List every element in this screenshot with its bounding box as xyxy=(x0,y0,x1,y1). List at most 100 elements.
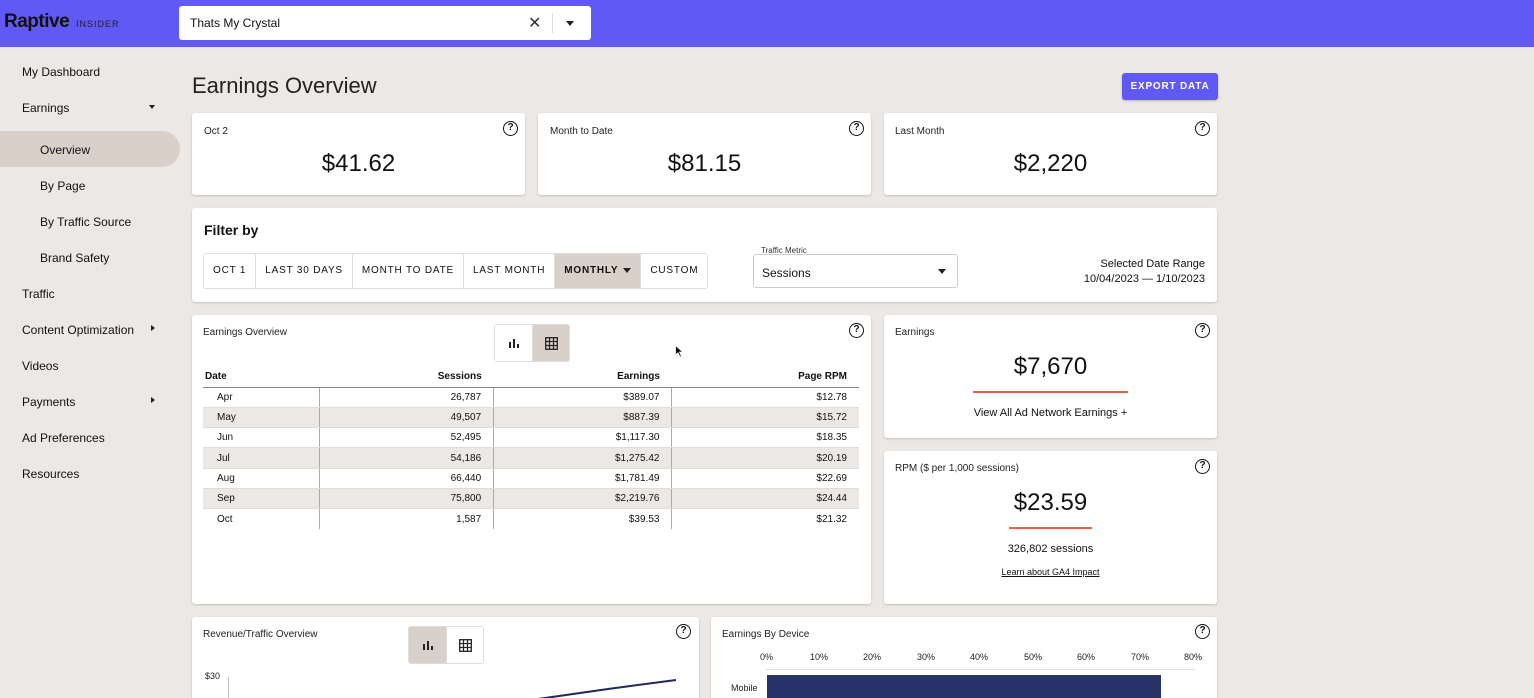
bar-label-mobile: Mobile xyxy=(731,683,758,693)
filter-month-to-date-button[interactable]: MONTH TO DATE xyxy=(352,254,464,288)
sidebar-item-traffic[interactable]: Traffic xyxy=(22,287,55,301)
sidebar-item-videos[interactable]: Videos xyxy=(22,359,58,373)
sidebar-item-content-optimization[interactable]: Content Optimization xyxy=(22,323,134,337)
column-header-page-rpm[interactable]: Page RPM xyxy=(671,366,859,388)
help-icon[interactable]: ? xyxy=(1195,323,1210,338)
raptive-logo[interactable]: Raptive xyxy=(4,11,70,33)
filter-oct-1-button[interactable]: OCT 1 xyxy=(204,254,257,288)
logo-subtitle: INSIDER xyxy=(76,19,120,29)
chevron-right-icon[interactable] xyxy=(151,325,155,331)
table-header-row: Date Sessions Earnings Page RPM xyxy=(203,366,859,388)
view-all-earnings-link[interactable]: View All Ad Network Earnings + xyxy=(884,407,1217,419)
table-row: Apr 26,787 $389.07 $12.78 xyxy=(203,387,859,408)
sidebar-item-earnings[interactable]: Earnings xyxy=(22,101,69,115)
ga4-impact-link[interactable]: Learn about GA4 Impact xyxy=(884,567,1217,577)
device-bar-mobile xyxy=(767,675,1161,698)
cell-page-rpm: $12.78 xyxy=(671,387,859,408)
sidebar-item-brand-safety[interactable]: Brand Safety xyxy=(40,251,109,265)
x-axis-tick: 60% xyxy=(1077,652,1096,662)
x-axis-tick: 20% xyxy=(863,652,882,662)
cell-date: Jul xyxy=(203,447,320,469)
summary-card-today: Oct 2 ? $41.62 xyxy=(192,113,525,195)
filter-monthly-label: MONTHLY xyxy=(564,265,619,276)
chevron-right-icon[interactable] xyxy=(151,397,155,403)
summary-card-month-to-date: Month to Date ? $81.15 xyxy=(538,113,871,195)
rpm-sessions: 326,802 sessions xyxy=(1007,543,1094,555)
x-axis-tick: 10% xyxy=(810,652,829,662)
sidebar-item-resources[interactable]: Resources xyxy=(22,467,79,481)
x-axis-tick: 30% xyxy=(917,652,936,662)
table-icon xyxy=(458,638,472,652)
chevron-down-icon xyxy=(938,269,946,274)
cell-date: Oct xyxy=(217,513,233,525)
card-title: Earnings Overview xyxy=(203,327,287,338)
filter-last-month-button[interactable]: LAST MONTH xyxy=(463,254,556,288)
summary-label: Last Month xyxy=(895,126,945,137)
help-icon[interactable]: ? xyxy=(1195,121,1210,136)
cell-date: Aug xyxy=(203,468,320,489)
cell-earnings: $2,219.76 xyxy=(493,488,672,510)
bar-chart-icon xyxy=(508,339,519,348)
sidebar-item-my-dashboard[interactable]: My Dashboard xyxy=(22,65,100,79)
help-icon[interactable]: ? xyxy=(1195,459,1210,474)
sidebar-item-by-page[interactable]: By Page xyxy=(40,179,85,193)
chevron-down-icon[interactable] xyxy=(149,105,155,109)
bar-chart-view-button[interactable] xyxy=(495,325,532,361)
help-icon[interactable]: ? xyxy=(1195,624,1210,639)
sidebar-item-ad-preferences[interactable]: Ad Preferences xyxy=(22,431,105,445)
chevron-down-icon xyxy=(623,267,632,273)
cell-earnings: $887.39 xyxy=(493,407,672,429)
date-filter-group: OCT 1 LAST 30 DAYS MONTH TO DATE LAST MO… xyxy=(203,253,709,289)
cell-date: Apr xyxy=(203,387,320,408)
cell-page-rpm: $15.72 xyxy=(671,407,859,429)
cell-date: Sep xyxy=(203,488,320,510)
help-icon[interactable]: ? xyxy=(676,624,691,639)
summary-value: $2,220 xyxy=(1013,150,1088,177)
x-axis-tick: 50% xyxy=(1024,652,1043,662)
cell-date: Jun xyxy=(203,427,320,449)
cell-sessions: 52,495 xyxy=(318,427,494,449)
column-header-sessions[interactable]: Sessions xyxy=(319,366,494,388)
filter-last-30-days-button[interactable]: LAST 30 DAYS xyxy=(256,254,353,288)
table-row: May 49,507 $887.39 $15.72 xyxy=(203,407,859,429)
x-axis-tick: 70% xyxy=(1131,652,1150,662)
top-bar: Raptive INSIDER Thats My Crystal ✕ xyxy=(0,0,1534,47)
filter-custom-button[interactable]: CUSTOM xyxy=(641,254,708,288)
revenue-traffic-card: Revenue/Traffic Overview ? $30 xyxy=(192,617,699,698)
help-icon[interactable]: ? xyxy=(849,121,864,136)
traffic-metric-value: Sessions xyxy=(762,266,811,280)
card-title: Earnings By Device xyxy=(722,629,810,640)
x-axis-tick: 40% xyxy=(970,652,989,662)
x-axis-tick: 80% xyxy=(1184,652,1203,662)
column-header-date[interactable]: Date xyxy=(203,366,320,388)
chart-gridline xyxy=(766,669,1195,670)
cell-page-rpm: $20.19 xyxy=(671,447,859,469)
value-underline xyxy=(973,391,1128,393)
table-view-button[interactable] xyxy=(446,627,483,663)
table-view-button[interactable] xyxy=(532,325,569,361)
cell-sessions: 26,787 xyxy=(318,387,494,408)
sidebar-item-payments[interactable]: Payments xyxy=(22,395,75,409)
rpm-value: $23.59 xyxy=(1013,489,1088,516)
sidebar-item-overview[interactable]: Overview xyxy=(40,143,90,157)
help-icon[interactable]: ? xyxy=(849,323,864,338)
column-header-earnings[interactable]: Earnings xyxy=(493,366,672,388)
bar-chart-view-button[interactable] xyxy=(409,627,446,663)
help-icon[interactable]: ? xyxy=(503,121,518,136)
cell-sessions: 49,507 xyxy=(318,407,494,429)
sidebar-item-by-traffic-source[interactable]: By Traffic Source xyxy=(40,215,131,229)
cell-earnings: $1,117.30 xyxy=(493,427,672,449)
site-selector[interactable]: Thats My Crystal ✕ xyxy=(179,6,591,40)
cell-page-rpm: $24.44 xyxy=(671,488,859,510)
site-selector-value: Thats My Crystal xyxy=(190,16,281,30)
clear-icon[interactable]: ✕ xyxy=(528,13,541,33)
y-axis-tick: $30 xyxy=(205,671,221,681)
revenue-series-line xyxy=(537,679,677,698)
value-underline xyxy=(1009,527,1092,529)
traffic-metric-select[interactable]: Sessions xyxy=(753,254,958,288)
export-data-button[interactable]: EXPORT DATA xyxy=(1122,73,1218,100)
filter-monthly-button[interactable]: MONTHLY xyxy=(555,254,642,288)
chevron-down-icon[interactable] xyxy=(566,21,574,26)
earnings-overview-card: Earnings Overview ? Date Sessions Earnin… xyxy=(192,315,871,604)
earnings-total-card: Earnings ? $7,670 View All Ad Network Ea… xyxy=(884,315,1217,438)
